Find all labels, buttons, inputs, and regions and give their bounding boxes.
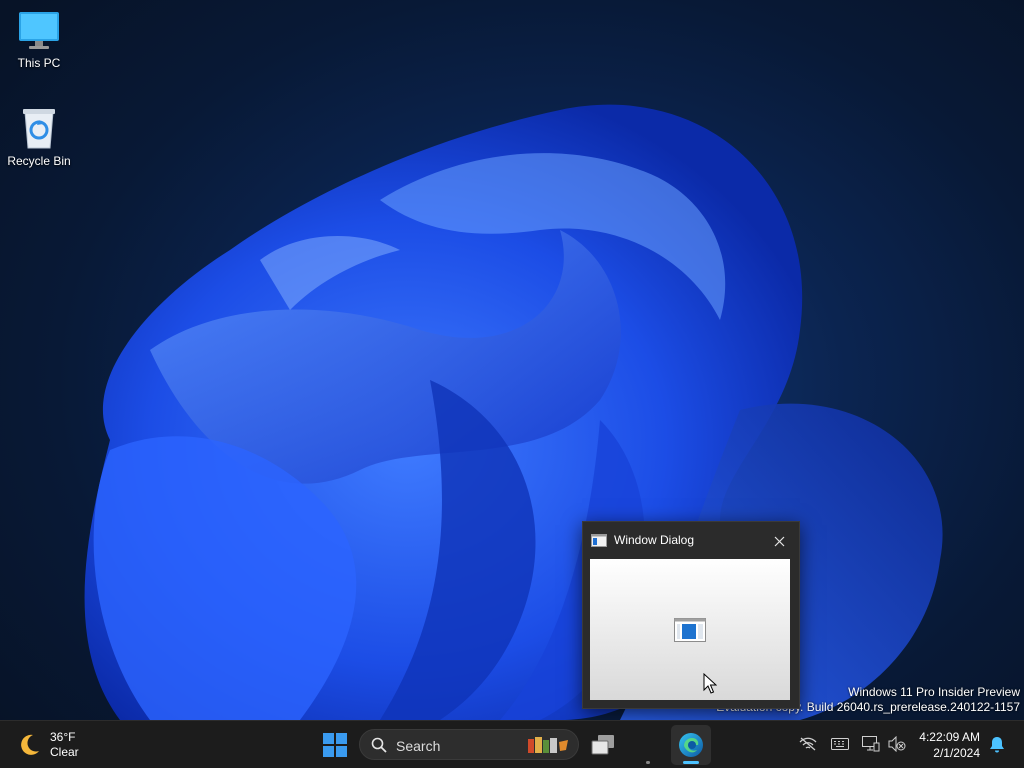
weather-temperature: 36°F [50,730,76,744]
desktop: This PC Recycle Bin Windows 11 Pro Insid… [0,0,1024,720]
desktop-icon-this-pc[interactable]: This PC [1,10,77,70]
window-app-icon [591,534,607,547]
start-button[interactable] [315,725,355,765]
desktop-icon-label: Recycle Bin [7,154,71,168]
taskbar: 36°F Clear Search 4:22:09 AM 2/1/2024 [0,720,1024,768]
recycle-bin-icon [23,109,55,149]
search-placeholder: Search [396,738,441,754]
close-icon [774,536,784,546]
dialog-titlebar[interactable]: Window Dialog [583,522,799,558]
dialog-title: Window Dialog [614,533,695,547]
task-view-icon [591,735,614,755]
moon-icon [21,734,39,755]
mouse-cursor-icon [703,673,717,694]
active-app-indicator [683,761,699,764]
system-clock[interactable]: 4:22:09 AM 2/1/2024 [919,729,980,761]
search-highlight-icon [528,737,568,753]
weather-condition: Clear [50,745,79,759]
volume-muted-icon [888,736,906,752]
task-view-button[interactable] [583,725,623,765]
network-off-icon [799,737,817,751]
clock-time: 4:22:09 AM [919,730,980,744]
monitor-icon [19,12,59,49]
desktop-icon-recycle-bin[interactable]: Recycle Bin [1,106,77,168]
dialog-client-area[interactable] [590,559,790,700]
close-button[interactable] [767,530,791,552]
window-app-icon [674,618,706,642]
keyboard-icon [831,738,849,750]
desktop-icon-label: This PC [17,56,61,70]
display-tray-button[interactable] [860,733,882,755]
wallpaper-bloom [84,104,943,720]
edge-taskbar-button[interactable] [671,725,711,765]
clock-date: 2/1/2024 [933,746,980,760]
start-icon [323,733,347,757]
notification-bell-icon [990,736,1004,752]
edge-icon [679,733,703,757]
display-icon [862,736,880,752]
window-dialog[interactable]: Window Dialog [582,521,800,709]
volume-tray-button[interactable] [886,733,908,755]
running-indicator [646,761,650,764]
notification-button[interactable] [986,733,1008,755]
weather-widget[interactable]: 36°F Clear [16,729,79,761]
taskbar-search-box[interactable]: Search [359,729,579,760]
network-tray-button[interactable] [797,733,819,755]
keyboard-tray-button[interactable] [829,733,851,755]
search-icon [371,737,387,753]
